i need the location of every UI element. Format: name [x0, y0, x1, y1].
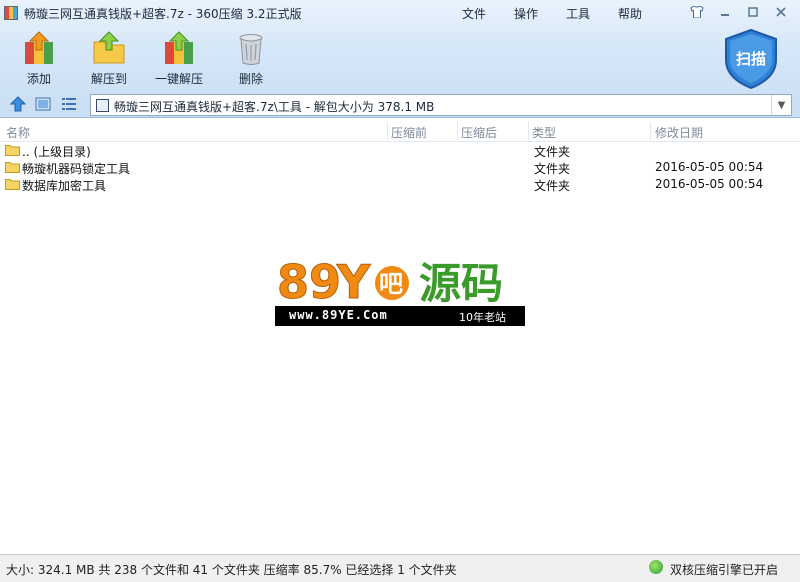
column-divider: [650, 122, 651, 140]
engine-icon: [649, 560, 663, 574]
scan-label: 扫描: [735, 50, 766, 68]
chevron-down-icon[interactable]: ▼: [771, 95, 791, 115]
scan-button[interactable]: 扫描: [722, 28, 780, 90]
trash-icon: [239, 34, 263, 65]
status-bar: 大小: 324.1 MB 共 238 个文件和 41 个文件夹 压缩率 85.7…: [0, 554, 800, 582]
svg-text:Y: Y: [336, 255, 371, 306]
file-type: 文件夹: [534, 179, 571, 193]
folder-icon: [5, 179, 20, 190]
column-before[interactable]: 压缩前: [391, 124, 427, 141]
file-type: 文件夹: [534, 145, 571, 159]
folder-icon: [5, 162, 20, 173]
svg-text:源码: 源码: [419, 259, 503, 306]
maximize-button[interactable]: [740, 2, 766, 22]
file-modified: 2016-05-05 00:54: [655, 160, 764, 174]
extract-to-button[interactable]: 解压到: [74, 28, 144, 88]
thumbnail-view-icon[interactable]: [35, 96, 51, 112]
app-icon: [4, 6, 18, 20]
column-name[interactable]: 名称: [6, 124, 30, 141]
extract-to-label: 解压到: [90, 72, 127, 86]
one-click-extract-button[interactable]: 一键解压: [144, 28, 214, 88]
delete-label: 删除: [238, 72, 263, 86]
one-click-extract-label: 一键解压: [154, 72, 203, 86]
archive-icon: [96, 99, 109, 112]
column-type[interactable]: 类型: [532, 124, 556, 141]
file-modified: 2016-05-05 00:54: [655, 177, 764, 191]
address-path: 畅璇三网互通真钱版+超客.7z\工具 - 解包大小为 378.1 MB: [114, 100, 435, 114]
one-click-extract-icon: [165, 31, 193, 64]
file-list: 名称 压缩前 压缩后 类型 修改日期 .. (上级目录) 文件夹 畅璇机器码锁定…: [0, 120, 800, 554]
delete-button[interactable]: 删除: [216, 28, 286, 88]
watermark-bar: www.89YE.Com 10年老站: [275, 306, 525, 326]
watermark-url: www.89YE.Com: [289, 308, 388, 322]
menu-help[interactable]: 帮助: [618, 5, 670, 22]
up-arrow-icon[interactable]: [10, 96, 26, 112]
minimize-button[interactable]: [712, 2, 738, 22]
extract-folder-icon: [93, 31, 125, 64]
menu-bar: 文件 操作 工具 帮助: [462, 5, 670, 22]
column-divider: [387, 122, 388, 140]
table-row[interactable]: .. (上级目录) 文件夹: [0, 142, 800, 159]
add-label: 添加: [26, 72, 51, 86]
close-button[interactable]: [768, 2, 794, 22]
column-modified[interactable]: 修改日期: [655, 124, 703, 141]
add-button[interactable]: 添加: [4, 28, 74, 88]
folder-icon: [5, 145, 20, 156]
svg-text:89: 89: [277, 255, 341, 306]
file-name: .. (上级目录): [22, 145, 91, 159]
address-bar[interactable]: 畅璇三网互通真钱版+超客.7z\工具 - 解包大小为 378.1 MB ▼: [90, 94, 792, 116]
file-type: 文件夹: [534, 162, 571, 176]
file-name: 畅璇机器码锁定工具: [22, 162, 131, 176]
window-controls: [684, 2, 794, 22]
app-window: 畅璇三网互通真钱版+超客.7z - 360压缩 3.2正式版 文件 操作 工具 …: [0, 0, 800, 582]
column-divider: [457, 122, 458, 140]
title-bar: 畅璇三网互通真钱版+超客.7z - 360压缩 3.2正式版 文件 操作 工具 …: [0, 0, 800, 26]
watermark-logo: 89 Y 吧 源码 www.89YE.Com 10年老站: [275, 254, 525, 326]
list-header: 名称 压缩前 压缩后 类型 修改日期: [0, 120, 800, 142]
watermark-tagline: 10年老站: [459, 311, 506, 324]
menu-tools[interactable]: 工具: [566, 5, 618, 22]
add-icon: [25, 31, 53, 64]
menu-file[interactable]: 文件: [462, 5, 514, 22]
shirt-icon[interactable]: [684, 2, 710, 22]
column-after[interactable]: 压缩后: [461, 124, 497, 141]
list-view-icon[interactable]: [61, 96, 77, 112]
file-name: 数据库加密工具: [22, 179, 107, 193]
table-row[interactable]: 畅璇机器码锁定工具 文件夹 2016-05-05 00:54: [0, 159, 800, 176]
svg-text:吧: 吧: [379, 270, 403, 298]
column-divider: [528, 122, 529, 140]
status-summary: 大小: 324.1 MB 共 238 个文件和 41 个文件夹 压缩率 85.7…: [6, 563, 457, 577]
engine-status[interactable]: 双核压缩引擎已开启: [670, 561, 778, 578]
menu-operate[interactable]: 操作: [514, 5, 566, 22]
toolbar: 添加 解压到 一键解压 删除: [0, 28, 800, 90]
window-title: 畅璇三网互通真钱版+超客.7z - 360压缩 3.2正式版: [24, 7, 302, 21]
table-row[interactable]: 数据库加密工具 文件夹 2016-05-05 00:54: [0, 176, 800, 193]
window-chrome: 畅璇三网互通真钱版+超客.7z - 360压缩 3.2正式版 文件 操作 工具 …: [0, 0, 800, 118]
watermark-logo-art: 89 Y 吧 源码: [277, 255, 504, 307]
navigation-row: 畅璇三网互通真钱版+超客.7z\工具 - 解包大小为 378.1 MB ▼: [0, 92, 800, 116]
